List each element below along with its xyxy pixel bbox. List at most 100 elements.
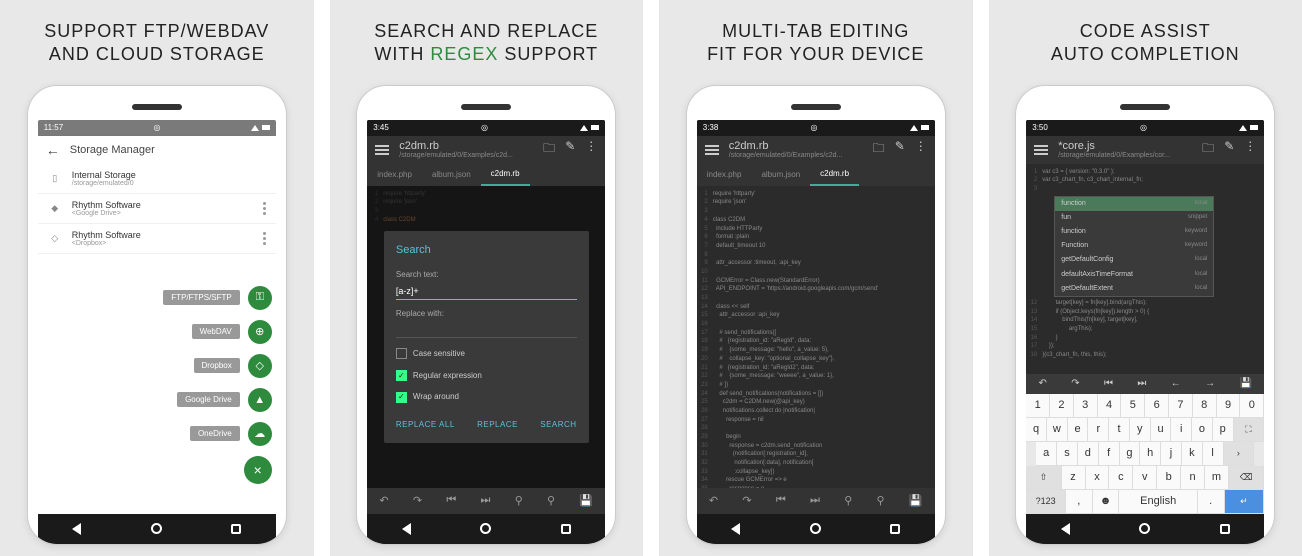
autocomplete-item[interactable]: getDefaultExtentlocal — [1055, 282, 1213, 296]
key-enter[interactable]: ↵ — [1225, 490, 1265, 514]
key-comma[interactable]: , — [1066, 490, 1093, 514]
more-icon[interactable]: ⋮ — [585, 139, 597, 160]
key[interactable]: m — [1205, 466, 1229, 490]
key[interactable]: 9 — [1217, 394, 1241, 418]
replace-all-button[interactable]: REPLACE ALL — [396, 419, 455, 431]
edit-icon[interactable]: ✎ — [895, 139, 905, 160]
key-expand[interactable]: ⛶ — [1234, 418, 1265, 442]
nav-recent-icon[interactable] — [561, 524, 571, 534]
undo-icon[interactable]: ↶ — [379, 494, 388, 507]
search-input[interactable] — [396, 283, 577, 300]
nav-back-icon[interactable] — [1061, 523, 1070, 535]
list-item[interactable]: ▯ Internal Storage/storage/emulated/0 — [38, 164, 276, 194]
key[interactable]: y — [1130, 418, 1151, 442]
key[interactable]: v — [1133, 466, 1157, 490]
code-area[interactable]: 1var c3 = { version: "0.3.0" };2var c3_c… — [1026, 164, 1264, 374]
key[interactable]: 3 — [1074, 394, 1098, 418]
key[interactable]: i — [1171, 418, 1192, 442]
key[interactable]: f — [1099, 442, 1120, 466]
folder-icon[interactable]: 🗀 — [543, 139, 555, 160]
key[interactable]: 0 — [1240, 394, 1264, 418]
back-icon[interactable]: ← — [46, 142, 60, 158]
nav-home-icon[interactable] — [151, 523, 162, 534]
key[interactable]: a — [1036, 442, 1057, 466]
autocomplete-item[interactable]: functionkeyword — [1055, 225, 1213, 239]
key[interactable]: h — [1140, 442, 1161, 466]
autocomplete-item[interactable]: getDefaultConfiglocal — [1055, 253, 1213, 267]
key[interactable]: x — [1086, 466, 1110, 490]
nav-home-icon[interactable] — [1139, 523, 1150, 534]
menu-icon[interactable] — [705, 145, 719, 155]
key-sym[interactable]: ?123 — [1026, 490, 1066, 514]
checkbox-case[interactable] — [396, 348, 407, 359]
key[interactable]: e — [1068, 418, 1089, 442]
edit-icon[interactable]: ✎ — [1224, 139, 1234, 160]
key[interactable]: 5 — [1121, 394, 1145, 418]
key[interactable]: k — [1182, 442, 1203, 466]
fab-ftp[interactable]: ⚿ — [248, 286, 272, 310]
search-icon[interactable]: ⚲ — [515, 494, 523, 507]
tab[interactable]: album.json — [751, 164, 810, 186]
key[interactable]: u — [1151, 418, 1172, 442]
key[interactable]: p — [1213, 418, 1234, 442]
key[interactable]: 1 — [1026, 394, 1050, 418]
key[interactable]: d — [1078, 442, 1099, 466]
key[interactable]: o — [1192, 418, 1213, 442]
key-space[interactable]: English — [1119, 490, 1197, 514]
more-icon[interactable]: ⋮ — [915, 139, 927, 160]
fab-dropbox[interactable]: ◇ — [248, 354, 272, 378]
key[interactable]: 2 — [1050, 394, 1074, 418]
code-area[interactable]: 1require 'httparty' 2require 'json' 3 4c… — [367, 186, 605, 488]
key-period[interactable]: . — [1198, 490, 1225, 514]
key-backspace[interactable]: ⌫ — [1229, 466, 1264, 490]
redo-icon[interactable]: ↷ — [413, 494, 422, 507]
tab[interactable]: index.php — [367, 164, 422, 186]
tab[interactable]: album.json — [422, 164, 481, 186]
tab[interactable]: c2dm.rb — [810, 164, 859, 186]
replace-button[interactable]: REPLACE — [477, 419, 518, 431]
save-icon[interactable]: 💾 — [909, 494, 923, 507]
checkbox-regex[interactable]: ✓ — [396, 370, 407, 381]
nav-recent-icon[interactable] — [1220, 524, 1230, 534]
folder-icon[interactable]: 🗀 — [873, 139, 885, 160]
autocomplete-item[interactable]: defaultAxisTimeFormatlocal — [1055, 268, 1213, 282]
key-shift[interactable]: ⇧ — [1026, 466, 1061, 490]
replace-input[interactable] — [396, 321, 577, 338]
search-button[interactable]: SEARCH — [540, 419, 576, 431]
redo-icon[interactable]: ↷ — [742, 494, 751, 507]
fab-close[interactable]: × — [244, 456, 272, 484]
key[interactable]: n — [1181, 466, 1205, 490]
nav-home-icon[interactable] — [810, 523, 821, 534]
fab-onedrive[interactable]: ☁ — [248, 422, 272, 446]
tab[interactable]: c2dm.rb — [481, 164, 530, 186]
key[interactable]: c — [1109, 466, 1133, 490]
key-next[interactable]: › — [1224, 442, 1255, 466]
tab[interactable]: index.php — [697, 164, 752, 186]
fab-webdav[interactable]: ⊕ — [248, 320, 272, 344]
more-icon[interactable] — [263, 232, 266, 245]
key[interactable]: q — [1026, 418, 1047, 442]
key[interactable]: l — [1203, 442, 1224, 466]
autocomplete-item[interactable]: funsnippet — [1055, 211, 1213, 225]
key[interactable]: s — [1057, 442, 1078, 466]
fab-gdrive[interactable]: ▲ — [248, 388, 272, 412]
key[interactable]: t — [1109, 418, 1130, 442]
autocomplete-item[interactable]: functionlocal — [1055, 197, 1213, 211]
search2-icon[interactable]: ⚲ — [547, 494, 555, 507]
nav-back-icon[interactable] — [72, 523, 81, 535]
key[interactable]: 4 — [1098, 394, 1122, 418]
key[interactable]: 7 — [1169, 394, 1193, 418]
key[interactable]: z — [1062, 466, 1086, 490]
next-icon[interactable]: ⏭ — [481, 494, 491, 507]
key[interactable]: r — [1088, 418, 1109, 442]
key[interactable]: 8 — [1193, 394, 1217, 418]
key-emoji[interactable]: ☻ — [1093, 490, 1120, 514]
menu-icon[interactable] — [1034, 145, 1048, 155]
search-icon[interactable]: ⚲ — [844, 494, 852, 507]
key[interactable]: 6 — [1145, 394, 1169, 418]
list-item[interactable]: ◆ Rhythm Software<Google Drive> — [38, 194, 276, 224]
more-icon[interactable] — [263, 202, 266, 215]
search2-icon[interactable]: ⚲ — [877, 494, 885, 507]
next-icon[interactable]: ⏭ — [810, 494, 820, 507]
key[interactable]: b — [1157, 466, 1181, 490]
